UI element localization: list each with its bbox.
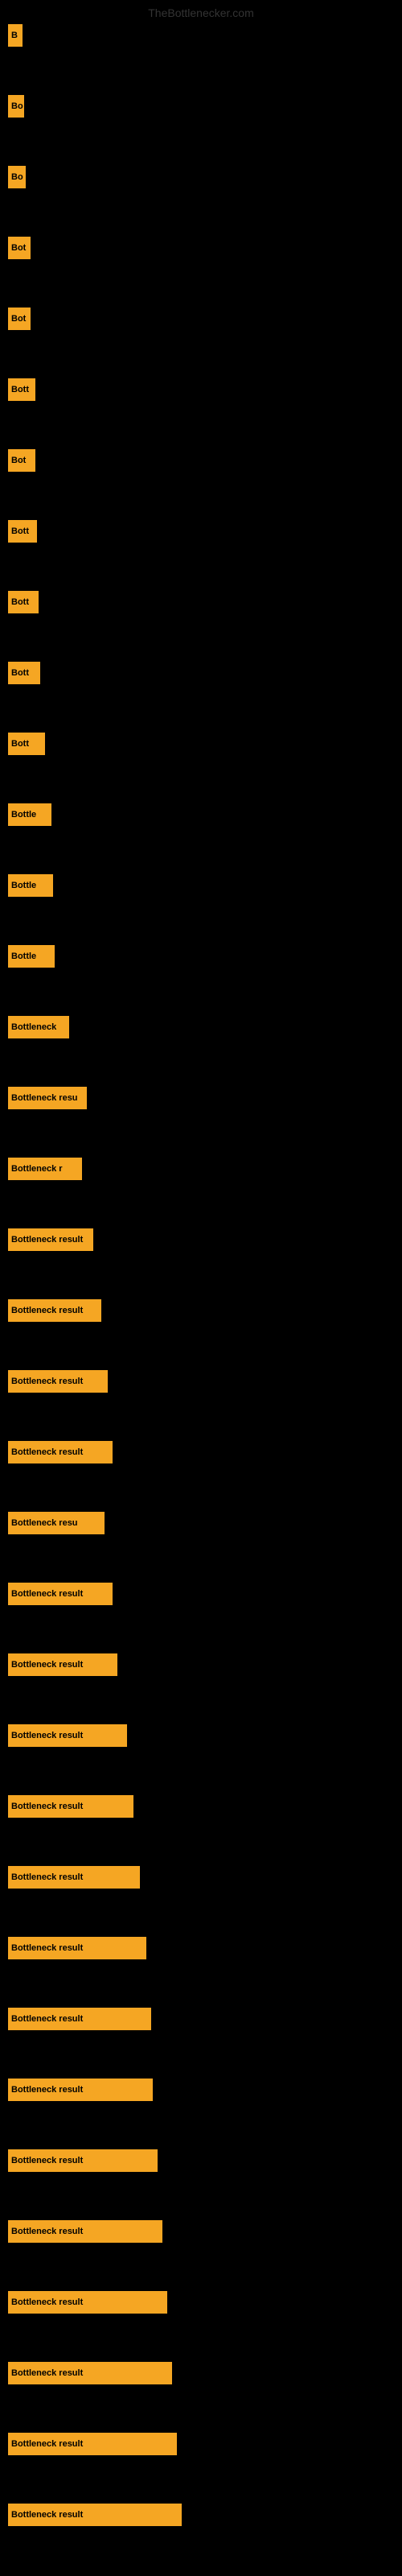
bar-label: Bo: [11, 172, 23, 182]
bar-label: Bottleneck result: [11, 1235, 83, 1245]
bar-item: Bottleneck result: [8, 2220, 162, 2243]
bar-item: Bottleneck result: [8, 1937, 146, 1959]
bar-item: Bottle: [8, 945, 55, 968]
bar-label: Bottleneck: [11, 1022, 56, 1032]
bar-item: Bottleneck result: [8, 2149, 158, 2172]
bar-item: Bot: [8, 237, 31, 259]
bar-label: Bo: [11, 101, 23, 111]
bar-item: Bott: [8, 662, 40, 684]
bar-item: Bottleneck result: [8, 1370, 108, 1393]
bar-item: Bottleneck result: [8, 1228, 93, 1251]
bar-label: Bottleneck r: [11, 1164, 63, 1174]
bar-item: Bottleneck result: [8, 1866, 140, 1889]
bar-item: Bottleneck result: [8, 1795, 133, 1818]
bar-label: Bottleneck resu: [11, 1518, 78, 1528]
bar-label: Bottleneck result: [11, 1589, 83, 1599]
bar-item: Bott: [8, 733, 45, 755]
bar-item: Bottleneck resu: [8, 1087, 87, 1109]
bar-label: Bottleneck result: [11, 1802, 83, 1811]
bar-item: Bottleneck result: [8, 1441, 113, 1463]
bar-label: Bottle: [11, 881, 36, 890]
bar-label: Bottleneck result: [11, 2085, 83, 2095]
bar-label: Bott: [11, 739, 29, 749]
bar-label: Bottle: [11, 952, 36, 961]
bar-item: Bott: [8, 378, 35, 401]
bar-label: Bott: [11, 385, 29, 394]
bar-label: Bottleneck result: [11, 2156, 83, 2165]
bar-item: Bottleneck result: [8, 2079, 153, 2101]
bar-label: Bottleneck result: [11, 2510, 83, 2520]
bar-label: Bottleneck result: [11, 2297, 83, 2307]
bar-item: Bo: [8, 95, 24, 118]
bar-item: Bottleneck result: [8, 2291, 167, 2314]
bar-label: Bottleneck result: [11, 1660, 83, 1670]
bar-label: Bottleneck result: [11, 1943, 83, 1953]
bar-label: Bottleneck result: [11, 2368, 83, 2378]
bar-label: Bottleneck result: [11, 2014, 83, 2024]
bar-label: Bottleneck result: [11, 1447, 83, 1457]
bar-item: Bott: [8, 591, 39, 613]
bar-item: Bottleneck result: [8, 2433, 177, 2455]
bar-label: Bot: [11, 314, 26, 324]
bar-label: Bottleneck result: [11, 2227, 83, 2236]
bar-label: Bottleneck resu: [11, 1093, 78, 1103]
bar-item: Bo: [8, 166, 26, 188]
bar-label: Bot: [11, 243, 26, 253]
bar-item: Bottleneck result: [8, 1724, 127, 1747]
bar-item: Bott: [8, 520, 37, 543]
bar-item: Bottle: [8, 803, 51, 826]
bar-item: Bottleneck resu: [8, 1512, 105, 1534]
bar-item: Bottleneck result: [8, 2504, 182, 2526]
bar-item: Bot: [8, 449, 35, 472]
bar-label: Bott: [11, 668, 29, 678]
bar-item: Bottleneck: [8, 1016, 69, 1038]
bar-item: B: [8, 24, 23, 47]
bar-item: Bottleneck result: [8, 2362, 172, 2384]
bar-label: B: [11, 31, 18, 40]
bar-item: Bot: [8, 308, 31, 330]
bar-item: Bottleneck result: [8, 1299, 101, 1322]
bar-label: Bott: [11, 597, 29, 607]
site-title: TheBottlenecker.com: [148, 6, 254, 19]
bar-label: Bottle: [11, 810, 36, 819]
bar-item: Bottleneck r: [8, 1158, 82, 1180]
bar-label: Bott: [11, 526, 29, 536]
bar-item: Bottle: [8, 874, 53, 897]
bar-item: Bottleneck result: [8, 1583, 113, 1605]
bar-label: Bot: [11, 456, 26, 465]
bar-label: Bottleneck result: [11, 1377, 83, 1386]
bar-label: Bottleneck result: [11, 2439, 83, 2449]
bar-item: Bottleneck result: [8, 1653, 117, 1676]
bar-label: Bottleneck result: [11, 1731, 83, 1740]
bar-label: Bottleneck result: [11, 1306, 83, 1315]
bar-label: Bottleneck result: [11, 1872, 83, 1882]
bar-item: Bottleneck result: [8, 2008, 151, 2030]
